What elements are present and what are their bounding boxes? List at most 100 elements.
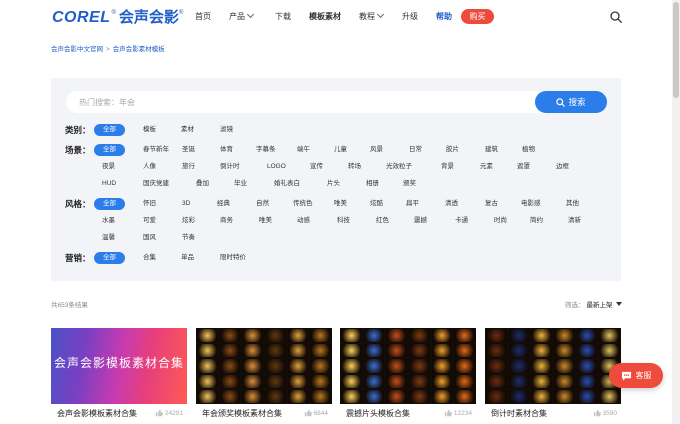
- filter-tag-scene[interactable]: 建筑: [485, 144, 498, 156]
- filter-tag-scene[interactable]: 风景: [370, 144, 383, 156]
- filter-tag-scene[interactable]: 片头: [327, 178, 340, 190]
- nav-item-products[interactable]: 产品: [229, 10, 255, 22]
- filter-tag-style[interactable]: 经典: [217, 198, 230, 210]
- filter-tag-scene[interactable]: 植物: [522, 144, 535, 156]
- filter-tag-scene-all[interactable]: 全部: [94, 144, 125, 156]
- page-scrollbar[interactable]: [672, 0, 680, 424]
- template-card[interactable]: 年会颁奖模板素材合集 6844: [196, 328, 332, 424]
- filter-tag-scene[interactable]: 背景: [441, 161, 454, 173]
- card-title: 会声会影模板素材合集: [57, 409, 137, 418]
- filter-tag-style[interactable]: 清新: [568, 215, 581, 227]
- filter-tag-style[interactable]: 传统色: [293, 198, 313, 210]
- filter-tag-scene[interactable]: 光效粒子: [386, 161, 412, 173]
- customer-service-button[interactable]: 客服: [609, 363, 663, 388]
- filter-tag-scene[interactable]: 毕业: [234, 178, 247, 190]
- buy-button[interactable]: 购买: [461, 9, 494, 24]
- filter-tag-scene[interactable]: 倒计时: [220, 161, 240, 173]
- filter-tag-style[interactable]: 扁平: [406, 198, 419, 210]
- filter-tag-sales-all[interactable]: 全部: [94, 252, 125, 264]
- filter-tag-scene[interactable]: 字幕条: [256, 144, 276, 156]
- filter-tag-category[interactable]: 素材: [181, 124, 194, 136]
- filter-tag-scene[interactable]: 国庆党建: [143, 178, 169, 190]
- corel-logo[interactable]: COREL ® 会声会影 ®: [52, 6, 183, 27]
- thumbnail-tile: [242, 329, 263, 343]
- filter-tag-style[interactable]: 清透: [445, 198, 458, 210]
- filter-tag-scene[interactable]: 春节新年: [143, 144, 169, 156]
- nav-item-upgrade[interactable]: 升级: [402, 11, 418, 22]
- filter-tag-category[interactable]: 模板: [143, 124, 156, 136]
- filter-tag-style[interactable]: 复古: [485, 198, 498, 210]
- filter-tag-style[interactable]: 卡通: [455, 215, 468, 227]
- filter-tag-style-all[interactable]: 全部: [94, 198, 125, 210]
- filter-tag-scene[interactable]: 相册: [366, 178, 379, 190]
- filter-tag-scene[interactable]: 边框: [556, 161, 569, 173]
- breadcrumb-home-link[interactable]: 会声会影中文官网: [51, 46, 103, 53]
- thumbnail-tile: [310, 359, 331, 373]
- filter-tag-style[interactable]: 炫彩: [182, 215, 195, 227]
- filter-tag-category-all[interactable]: 全部: [94, 124, 125, 136]
- filter-tag-category[interactable]: 滤镜: [220, 124, 233, 136]
- filter-tag-scene[interactable]: 体育: [220, 144, 233, 156]
- filter-tag-style[interactable]: 动感: [297, 215, 310, 227]
- filter-tag-sales[interactable]: 合集: [143, 252, 156, 264]
- filter-tag-style[interactable]: 电影感: [521, 198, 541, 210]
- logo-cn-registered-mark: ®: [178, 10, 184, 16]
- nav-item-tutorials[interactable]: 教程: [359, 10, 385, 22]
- filter-tag-style[interactable]: 自然: [256, 198, 269, 210]
- filter-tag-style[interactable]: 3D: [182, 198, 190, 210]
- filter-tag-scene[interactable]: 转场: [348, 161, 361, 173]
- search-icon[interactable]: [610, 11, 622, 23]
- filter-tag-style[interactable]: 震撼: [414, 215, 427, 227]
- filter-tag-sales[interactable]: 单品: [181, 252, 194, 264]
- filter-tag-style[interactable]: 唯美: [259, 215, 272, 227]
- filter-tag-scene[interactable]: 人像: [143, 161, 156, 173]
- thumbnail-tile: [242, 389, 263, 403]
- filter-tag-style[interactable]: 时尚: [494, 215, 507, 227]
- filter-tag-scene[interactable]: 遮罩: [517, 161, 530, 173]
- breadcrumb-current[interactable]: 会声会影素材模板: [113, 46, 165, 53]
- nav-label: 下载: [275, 12, 291, 21]
- filter-tag-sales[interactable]: 限时特价: [220, 252, 246, 264]
- filter-tag-style[interactable]: 商务: [220, 215, 233, 227]
- filter-tag-style[interactable]: 炫酷: [370, 198, 383, 210]
- filter-tag-style[interactable]: 科技: [337, 215, 350, 227]
- nav-item-help[interactable]: 帮助: [436, 11, 452, 22]
- filter-tag-scene[interactable]: 圣诞: [182, 144, 195, 156]
- filter-tag-style[interactable]: 简约: [530, 215, 543, 227]
- nav-item-download[interactable]: 下载: [275, 11, 291, 22]
- filter-tag-style[interactable]: 水墨: [102, 215, 115, 227]
- filter-tag-style[interactable]: 唯美: [334, 198, 347, 210]
- filter-tag-scene[interactable]: 日常: [409, 144, 422, 156]
- filter-tag-scene[interactable]: 夜景: [102, 161, 115, 173]
- filter-tag-scene[interactable]: 颁奖: [403, 178, 416, 190]
- filter-tag-style[interactable]: 红色: [376, 215, 389, 227]
- filter-tag-style[interactable]: 其他: [566, 198, 579, 210]
- filter-tag-style[interactable]: 温馨: [102, 232, 115, 244]
- filter-tag-scene[interactable]: 旅行: [182, 161, 195, 173]
- filter-tag-scene[interactable]: LOGO: [267, 161, 286, 173]
- filter-tag-scene[interactable]: 宣传: [310, 161, 323, 173]
- template-card[interactable]: 会声会影模板素材合集 会声会影模板素材合集 24291: [51, 328, 187, 424]
- filter-tag-scene[interactable]: 叠加: [196, 178, 209, 190]
- filter-tag-style[interactable]: 怀旧: [143, 198, 156, 210]
- scrollbar-thumb[interactable]: [673, 2, 679, 98]
- filter-tag-scene[interactable]: 元素: [480, 161, 493, 173]
- nav-item-home[interactable]: 首页: [195, 11, 211, 22]
- search-icon: [556, 97, 566, 107]
- template-card[interactable]: 震撼片头模板合集 12234: [340, 328, 476, 424]
- search-input[interactable]: [66, 91, 536, 113]
- filter-tag-style[interactable]: 可爱: [143, 215, 156, 227]
- filter-tag-scene[interactable]: HUD: [102, 178, 116, 190]
- like-icon: [304, 409, 312, 417]
- nav-item-templates[interactable]: 模板素材: [309, 11, 341, 22]
- filter-tag-scene[interactable]: 儿童: [334, 144, 347, 156]
- filter-tag-scene[interactable]: 端午: [297, 144, 310, 156]
- sort-dropdown[interactable]: 筛选： 最新上架: [565, 299, 622, 309]
- filter-tag-scene[interactable]: 胶片: [446, 144, 459, 156]
- template-card[interactable]: 倒计时素材合集 3590: [485, 328, 621, 424]
- filter-tag-style[interactable]: 节奏: [182, 232, 195, 244]
- search-button[interactable]: 搜索: [535, 91, 607, 113]
- thumbnail-tile: [363, 359, 385, 373]
- filter-tag-scene[interactable]: 婚礼表白: [274, 178, 300, 190]
- filter-tag-style[interactable]: 国风: [143, 232, 156, 244]
